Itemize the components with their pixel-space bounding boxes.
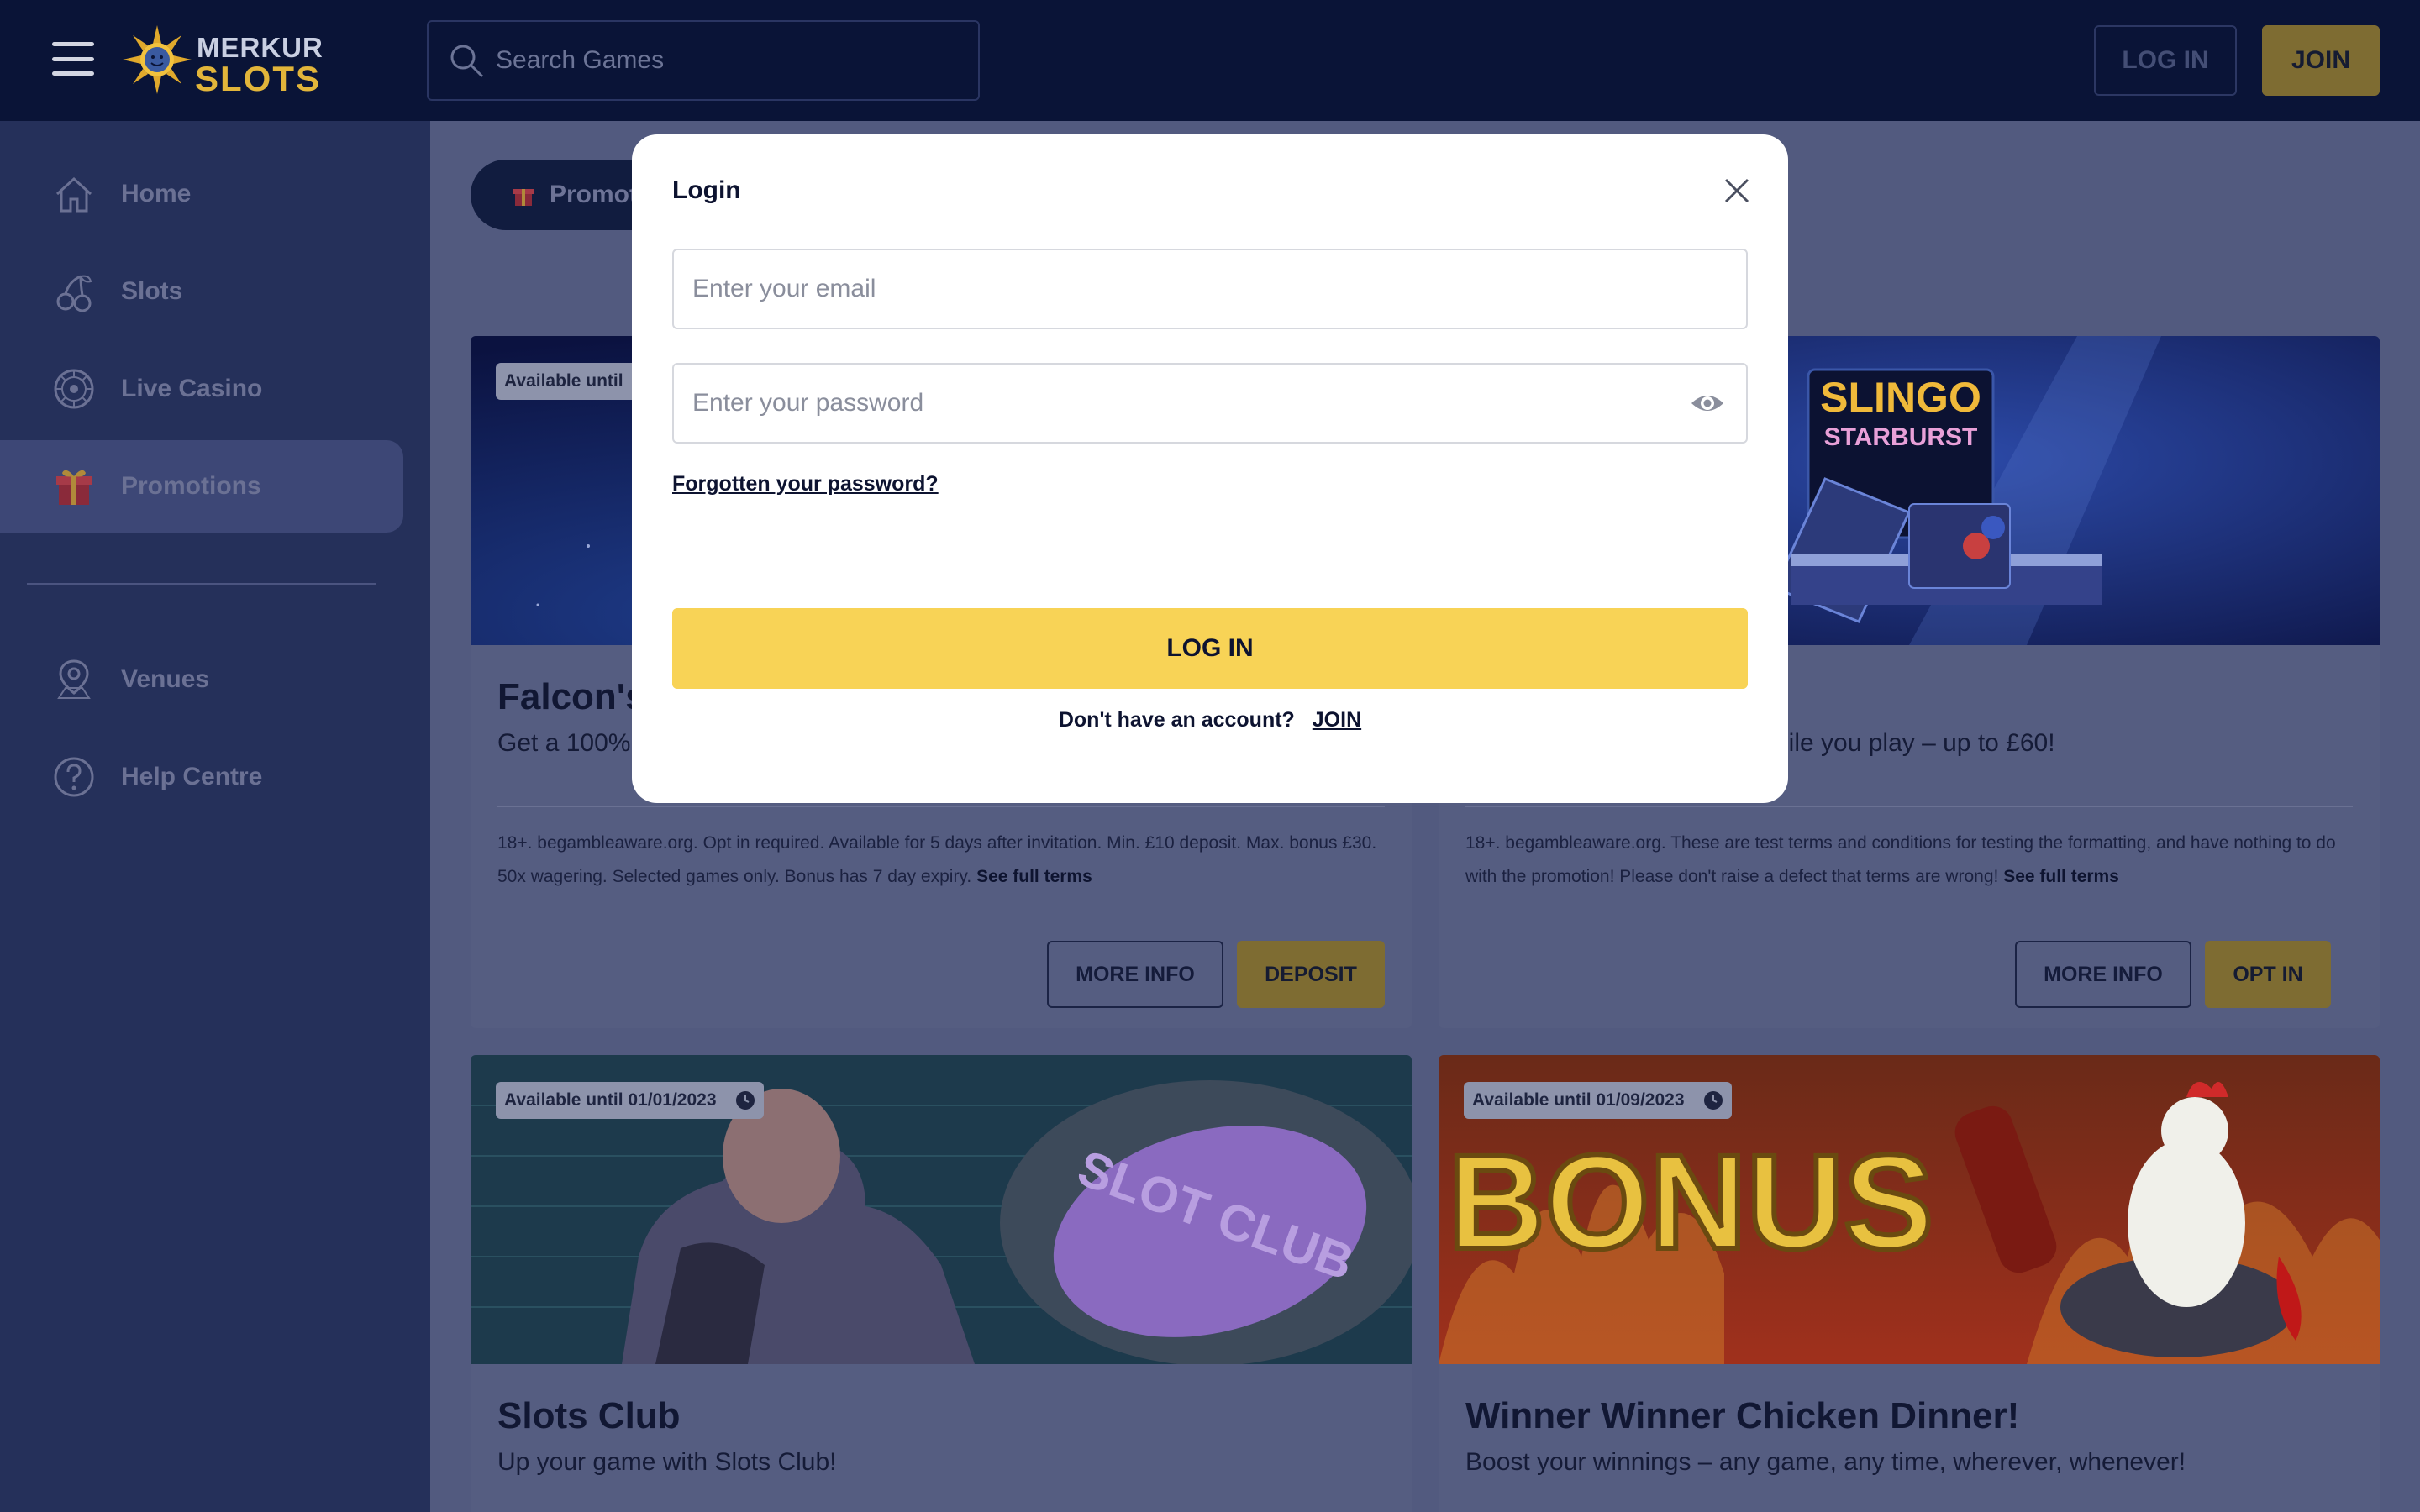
sidebar-item-home[interactable]: Home xyxy=(0,148,403,240)
more-info-button[interactable]: MORE INFO xyxy=(2015,941,2191,1008)
search-icon xyxy=(450,45,484,78)
sidebar-item-live-casino[interactable]: Live Casino xyxy=(0,343,403,435)
see-full-terms-link[interactable]: See full terms xyxy=(2003,867,2119,886)
see-full-terms-link[interactable]: See full terms xyxy=(976,867,1092,886)
sidebar-divider xyxy=(27,583,376,585)
search-box[interactable] xyxy=(427,20,980,101)
gift-icon xyxy=(513,189,534,206)
clock-icon xyxy=(1703,1091,1723,1110)
header-login-button[interactable]: LOG IN xyxy=(2094,25,2237,96)
header-join-button[interactable]: JOIN xyxy=(2262,25,2380,96)
card-divider xyxy=(497,806,1385,807)
availability-badge: Available until 01/01/2023 xyxy=(496,1082,764,1119)
terms-text: 18+. begambleaware.org. Opt in required.… xyxy=(497,833,1377,886)
promo-subtitle: Get a 100% xyxy=(497,729,631,757)
image-text-slingo: SLINGO xyxy=(1820,374,1981,421)
deposit-button[interactable]: DEPOSIT xyxy=(1237,941,1385,1008)
image-text-starburst: STARBURST xyxy=(1824,423,1978,451)
cherries-icon xyxy=(56,275,92,312)
more-info-button[interactable]: MORE INFO xyxy=(1047,941,1223,1008)
close-icon[interactable] xyxy=(1723,176,1751,205)
sidebar-item-venues[interactable]: Venues xyxy=(0,633,403,726)
promo-terms: 18+. begambleaware.org. Opt in required.… xyxy=(497,827,1388,894)
sun-logo-icon xyxy=(123,25,192,94)
availability-badge: Available until 01/09/2023 xyxy=(1464,1082,1732,1119)
sidebar-item-help-centre[interactable]: Help Centre xyxy=(0,731,403,823)
promo-title: Winner Winner Chicken Dinner! xyxy=(1465,1395,2020,1436)
password-input[interactable] xyxy=(674,365,1689,442)
search-input[interactable] xyxy=(496,46,978,75)
promo-image[interactable]: BONUS Available until 01/09/2023 xyxy=(1439,1055,2380,1364)
promo-title: Slots Club xyxy=(497,1395,681,1436)
login-modal: Login Forgotten your password? LOG IN Do… xyxy=(632,134,1788,803)
menu-icon[interactable] xyxy=(52,42,94,76)
gift-icon xyxy=(56,470,92,505)
badge-text: Available until 01/01/2023 xyxy=(504,1090,717,1110)
email-input[interactable] xyxy=(674,250,1746,328)
sidebar-item-promotions[interactable]: Promotions xyxy=(0,440,403,533)
email-field[interactable] xyxy=(672,249,1748,329)
login-submit-button[interactable]: LOG IN xyxy=(672,608,1748,689)
help-icon xyxy=(54,757,94,797)
top-header: MERKUR SLOTS LOG IN JOIN xyxy=(0,0,2420,121)
promo-title: Falcon's xyxy=(497,676,646,717)
signup-row: Don't have an account? JOIN xyxy=(632,708,1788,732)
sidebar-item-label: Home xyxy=(121,180,192,207)
location-pin-icon xyxy=(57,659,91,699)
forgot-password-link[interactable]: Forgotten your password? xyxy=(672,472,939,496)
promo-card-chicken-dinner: BONUS Available until 01/09/2023 Winner … xyxy=(1439,1055,2380,1512)
signup-prompt: Don't have an account? xyxy=(1058,708,1295,732)
terms-text: 18+. begambleaware.org. These are test t… xyxy=(1465,833,2336,886)
sidebar-item-slots[interactable]: Slots xyxy=(0,245,403,338)
home-icon xyxy=(55,176,92,213)
promo-subtitle: Up your game with Slots Club! xyxy=(497,1448,837,1476)
sidebar-item-label: Slots xyxy=(121,277,183,305)
logo-text-slots: SLOTS xyxy=(195,59,322,98)
image-text-bonus: BONUS xyxy=(1448,1126,1933,1277)
promo-image[interactable]: SLOT CLUB Available until 01/01/2023 xyxy=(471,1055,1412,1364)
sidebar-nav: Home Slots Live Casino Promotions Venues… xyxy=(0,121,430,1512)
show-password-eye-icon[interactable] xyxy=(1689,385,1726,422)
sidebar-item-label: Live Casino xyxy=(121,375,263,402)
sidebar-item-label: Help Centre xyxy=(121,763,263,790)
sidebar-item-label: Promotions xyxy=(121,472,261,500)
join-link[interactable]: JOIN xyxy=(1313,708,1361,732)
badge-text: Available until xyxy=(504,371,623,391)
roulette-icon xyxy=(54,369,94,409)
promo-terms: 18+. begambleaware.org. These are test t… xyxy=(1465,827,2356,894)
merkur-slots-logo[interactable]: MERKUR SLOTS xyxy=(123,24,323,98)
promo-subtitle: hile you play – up to £60! xyxy=(1775,729,2055,757)
sidebar-item-label: Venues xyxy=(121,665,210,693)
opt-in-button[interactable]: OPT IN xyxy=(2205,941,2331,1008)
promo-card-slots-club: SLOT CLUB Available until 01/01/2023 Slo… xyxy=(471,1055,1412,1512)
card-divider xyxy=(1465,806,2353,807)
clock-icon xyxy=(735,1091,755,1110)
badge-text: Available until 01/09/2023 xyxy=(1472,1090,1685,1110)
password-field[interactable] xyxy=(672,363,1748,444)
promo-subtitle: Boost your winnings – any game, any time… xyxy=(1465,1448,2186,1476)
modal-title: Login xyxy=(672,176,741,204)
